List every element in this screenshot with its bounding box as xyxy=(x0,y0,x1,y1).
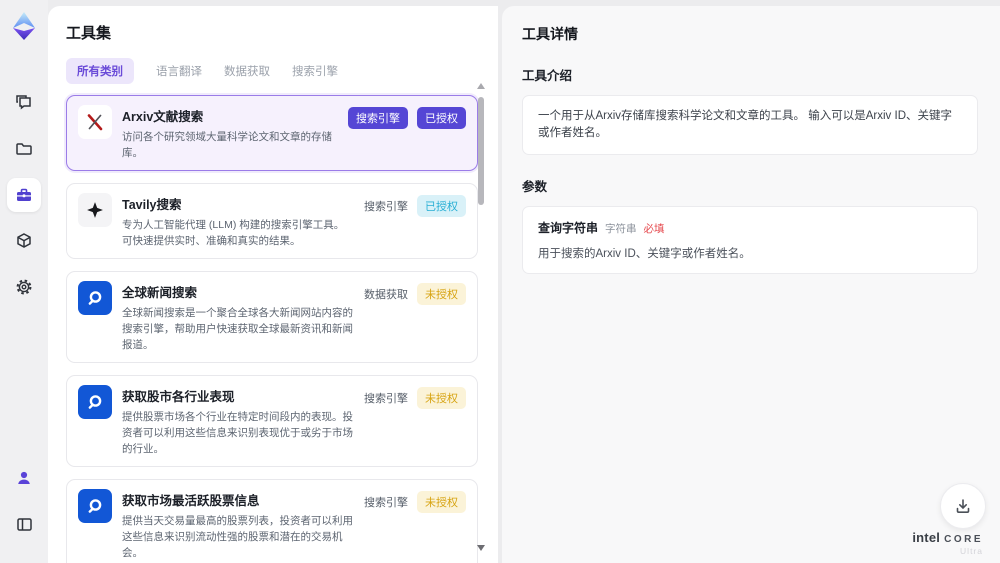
category-label: 搜索引擎 xyxy=(364,497,408,509)
user-icon xyxy=(18,471,30,484)
gear-icon xyxy=(16,279,32,295)
tool-card-most-active-stocks[interactable]: 获取市场最活跃股票信息 提供当天交易量最高的股票列表，投资者可以利用这些信息来识… xyxy=(66,479,478,563)
tool-name: 全球新闻搜索 xyxy=(122,286,198,300)
core-wordmark: CORE xyxy=(944,534,983,545)
sidebar-rail xyxy=(0,0,48,563)
sidebar-item-models[interactable] xyxy=(7,224,41,258)
tool-card-sector-performance[interactable]: 获取股市各行业表现 提供股票市场各个行业在特定时间段内的表现。投资者可以利用这些… xyxy=(66,375,478,467)
sidebar-item-tools[interactable] xyxy=(7,178,41,212)
tool-card-body: Tavily搜索 专为人工智能代理 (LLM) 构建的搜索引擎工具。可快速提供实… xyxy=(122,193,354,249)
download-icon xyxy=(956,499,970,513)
category-label: 数据获取 xyxy=(364,289,408,301)
intro-heading: 工具介绍 xyxy=(522,69,573,83)
tool-badges: 搜索引擎 已授权 xyxy=(348,107,466,129)
params-heading: 参数 xyxy=(522,180,548,194)
arxiv-icon xyxy=(78,105,112,139)
sidebar-item-account[interactable] xyxy=(7,461,41,495)
category-label: 搜索引擎 xyxy=(364,393,408,405)
category-tabs: 所有类别 语言翻译 数据获取 搜索引擎 xyxy=(66,58,480,84)
package-icon xyxy=(17,233,31,248)
tool-description: 提供当天交易量最高的股票列表，投资者可以利用这些信息来识别流动性强的股票和潜在的… xyxy=(122,515,353,559)
ultra-wordmark: Ultra xyxy=(960,546,983,556)
auth-status-badge: 已授权 xyxy=(417,107,466,129)
auth-status-badge: 未授权 xyxy=(417,283,466,305)
tab-language-translation[interactable]: 语言翻译 xyxy=(156,58,202,84)
tool-badges: 搜索引擎 未授权 xyxy=(364,387,466,409)
tool-card-body: Arxiv文献搜索 访问各个研究领域大量科学论文和文章的存储库。 xyxy=(122,105,338,161)
tool-card-global-news[interactable]: 全球新闻搜索 全球新闻搜索是一个聚合全球各大新闻网站内容的搜索引擎，帮助用户快速… xyxy=(66,271,478,363)
tool-badges: 数据获取 未授权 xyxy=(364,283,466,305)
panel-toggle-icon xyxy=(16,517,32,531)
tool-name: 获取股市各行业表现 xyxy=(122,390,235,404)
param-box: 查询字符串 字符串 必填 用于搜索的Arxiv ID、关键字或作者姓名。 xyxy=(522,206,978,274)
auth-status-badge: 未授权 xyxy=(417,491,466,513)
toolbox-icon xyxy=(17,188,31,201)
tool-card-arxiv[interactable]: Arxiv文献搜索 访问各个研究领域大量科学论文和文章的存储库。 搜索引擎 已授… xyxy=(66,95,478,171)
sidebar-item-files[interactable] xyxy=(7,132,41,166)
list-scrollbar[interactable] xyxy=(477,83,485,551)
scrollbar-thumb[interactable] xyxy=(478,97,484,205)
tool-description: 访问各个研究领域大量科学论文和文章的存储库。 xyxy=(122,131,332,159)
tool-card-body: 获取市场最活跃股票信息 提供当天交易量最高的股票列表，投资者可以利用这些信息来识… xyxy=(122,489,354,561)
tab-data-acquisition[interactable]: 数据获取 xyxy=(224,58,270,84)
sparkle-icon xyxy=(78,193,112,227)
sidebar-item-collapse[interactable] xyxy=(7,507,41,541)
app-logo-icon[interactable] xyxy=(8,10,40,42)
scroll-down-arrow[interactable] xyxy=(477,545,485,551)
tool-card-tavily[interactable]: Tavily搜索 专为人工智能代理 (LLM) 构建的搜索引擎工具。可快速提供实… xyxy=(66,183,478,259)
tool-name: 获取市场最活跃股票信息 xyxy=(122,494,260,508)
intro-box: 一个用于从Arxiv存储库搜索科学论文和文章的工具。 输入可以是Arxiv ID… xyxy=(522,95,978,155)
page-title: 工具集 xyxy=(66,25,112,42)
tool-list: Arxiv文献搜索 访问各个研究领域大量科学论文和文章的存储库。 搜索引擎 已授… xyxy=(66,95,478,563)
scroll-up-arrow[interactable] xyxy=(477,83,485,89)
news-search-icon xyxy=(78,489,112,523)
tool-badges: 搜索引擎 已授权 xyxy=(364,195,466,217)
param-required-flag: 必填 xyxy=(643,223,665,235)
param-type: 字符串 xyxy=(605,223,637,235)
tools-panel: 工具集 所有类别 语言翻译 数据获取 搜索引擎 Arxiv文献搜索 访问各个研究… xyxy=(48,6,498,563)
auth-status-badge: 未授权 xyxy=(417,387,466,409)
download-button[interactable] xyxy=(940,483,986,529)
sidebar-item-chat[interactable] xyxy=(7,86,41,120)
tool-description: 专为人工智能代理 (LLM) 构建的搜索引擎工具。可快速提供实时、准确和真实的结… xyxy=(122,219,345,247)
tool-name: Tavily搜索 xyxy=(122,198,182,212)
auth-status-badge: 已授权 xyxy=(417,195,466,217)
intel-wordmark: intel xyxy=(912,530,941,545)
category-label: 搜索引擎 xyxy=(364,201,408,213)
param-description: 用于搜索的Arxiv ID、关键字或作者姓名。 xyxy=(538,248,751,260)
chat-icon xyxy=(16,95,31,110)
param-header-line: 查询字符串 字符串 必填 xyxy=(538,219,962,236)
category-badge: 搜索引擎 xyxy=(348,107,408,129)
tab-all-categories[interactable]: 所有类别 xyxy=(66,58,134,84)
folder-icon xyxy=(16,143,32,155)
news-search-icon xyxy=(78,385,112,419)
tool-description: 提供股票市场各个行业在特定时间段内的表现。投资者可以利用这些信息来识别表现优于或… xyxy=(122,411,353,455)
tab-search-engine[interactable]: 搜索引擎 xyxy=(292,58,338,84)
sidebar-item-settings[interactable] xyxy=(7,270,41,304)
intro-text: 一个用于从Arxiv存储库搜索科学论文和文章的工具。 输入可以是Arxiv ID… xyxy=(538,110,952,139)
tool-name: Arxiv文献搜索 xyxy=(122,110,204,124)
tool-card-body: 全球新闻搜索 全球新闻搜索是一个聚合全球各大新闻网站内容的搜索引擎，帮助用户快速… xyxy=(122,281,354,353)
tool-card-body: 获取股市各行业表现 提供股票市场各个行业在特定时间段内的表现。投资者可以利用这些… xyxy=(122,385,354,457)
detail-title: 工具详情 xyxy=(522,26,578,42)
tool-description: 全球新闻搜索是一个聚合全球各大新闻网站内容的搜索引擎，帮助用户快速获取全球最新资… xyxy=(122,307,353,351)
news-search-icon xyxy=(78,281,112,315)
intel-core-logo: intel CORE Ultra xyxy=(912,530,983,556)
param-name: 查询字符串 xyxy=(538,221,599,235)
tool-detail-panel: 工具详情 工具介绍 一个用于从Arxiv存储库搜索科学论文和文章的工具。 输入可… xyxy=(502,6,1000,563)
tool-badges: 搜索引擎 未授权 xyxy=(364,491,466,513)
